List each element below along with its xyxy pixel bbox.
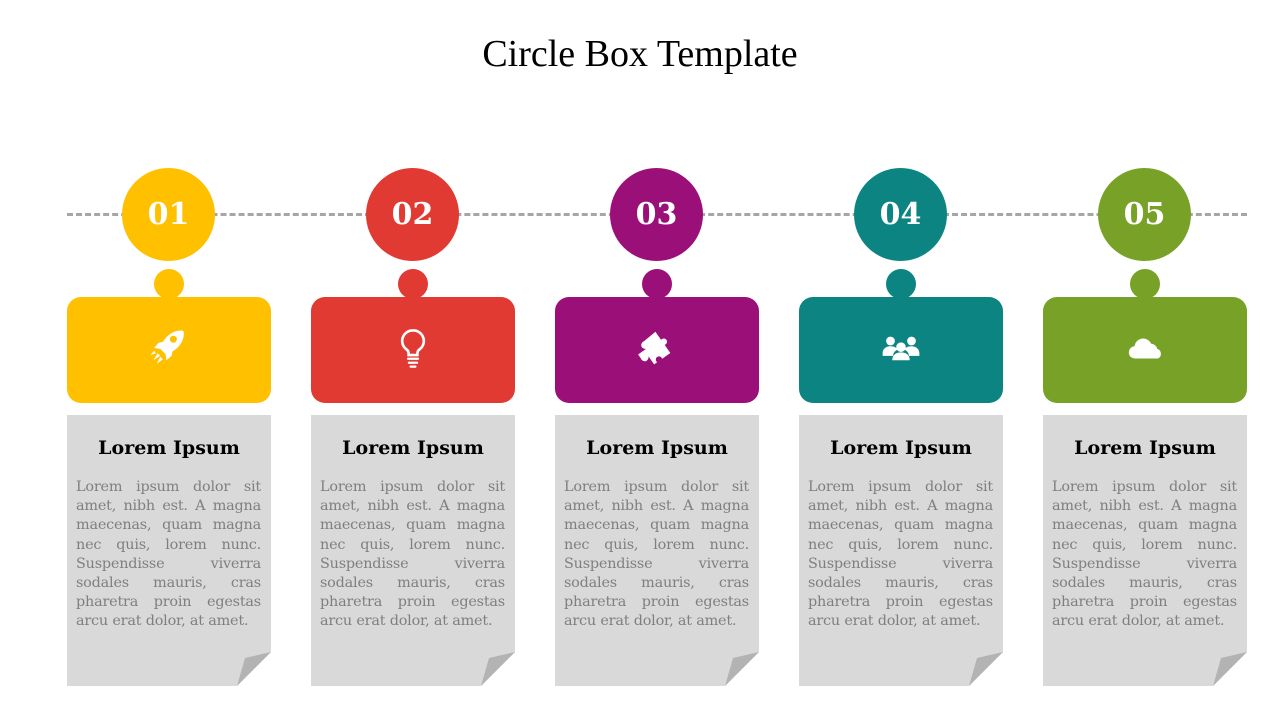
step-heading: Lorem Ipsum (1074, 437, 1216, 459)
step-number: 04 (879, 197, 922, 232)
step-heading: Lorem Ipsum (586, 437, 728, 459)
step-icon-box (555, 297, 759, 403)
step-note-card: Lorem Ipsum Lorem ipsum dolor sit amet, … (1043, 415, 1247, 686)
step-number: 01 (147, 197, 190, 232)
step-heading: Lorem Ipsum (342, 437, 484, 459)
step-number-circle: 02 (366, 168, 459, 261)
step-number: 02 (391, 197, 434, 232)
lightbulb-icon (392, 327, 434, 373)
rocket-icon (148, 327, 190, 373)
step-note-card: Lorem Ipsum Lorem ipsum dolor sit amet, … (311, 415, 515, 686)
step-number-circle: 03 (610, 168, 703, 261)
puzzle-icon (636, 327, 678, 373)
step-description: Lorem ipsum dolor sit amet, nibh est. A … (320, 479, 505, 630)
step-note-card: Lorem Ipsum Lorem ipsum dolor sit amet, … (799, 415, 1003, 686)
step-column-2: 02 Lorem Ipsum Lorem ipsum dolor sit ame… (311, 0, 515, 720)
connector-knob (398, 269, 428, 299)
connector-knob (642, 269, 672, 299)
cloud-icon (1124, 327, 1166, 373)
step-column-5: 05 Lorem Ipsum Lorem ipsum dolor sit ame… (1043, 0, 1247, 720)
step-number: 05 (1123, 197, 1166, 232)
connector-knob (886, 269, 916, 299)
step-note-card: Lorem Ipsum Lorem ipsum dolor sit amet, … (555, 415, 759, 686)
step-icon-box (1043, 297, 1247, 403)
step-description: Lorem ipsum dolor sit amet, nibh est. A … (564, 479, 749, 630)
step-icon-box (67, 297, 271, 403)
step-heading: Lorem Ipsum (98, 437, 240, 459)
step-note-card: Lorem Ipsum Lorem ipsum dolor sit amet, … (67, 415, 271, 686)
step-heading: Lorem Ipsum (830, 437, 972, 459)
step-description: Lorem ipsum dolor sit amet, nibh est. A … (76, 479, 261, 630)
step-number-circle: 05 (1098, 168, 1191, 261)
step-column-4: 04 Lorem Ipsum Lorem ipsum dolor sit ame… (799, 0, 1003, 720)
connector-knob (154, 269, 184, 299)
step-icon-box (311, 297, 515, 403)
step-number-circle: 04 (854, 168, 947, 261)
step-column-3: 03 Lorem Ipsum Lorem ipsum dolor sit ame… (555, 0, 759, 720)
step-icon-box (799, 297, 1003, 403)
step-number: 03 (635, 197, 678, 232)
users-icon (880, 327, 922, 373)
connector-knob (1130, 269, 1160, 299)
step-number-circle: 01 (122, 168, 215, 261)
step-description: Lorem ipsum dolor sit amet, nibh est. A … (808, 479, 993, 630)
step-column-1: 01 Lorem Ipsum Lorem ipsum dolor sit ame… (67, 0, 271, 720)
step-description: Lorem ipsum dolor sit amet, nibh est. A … (1052, 479, 1237, 630)
